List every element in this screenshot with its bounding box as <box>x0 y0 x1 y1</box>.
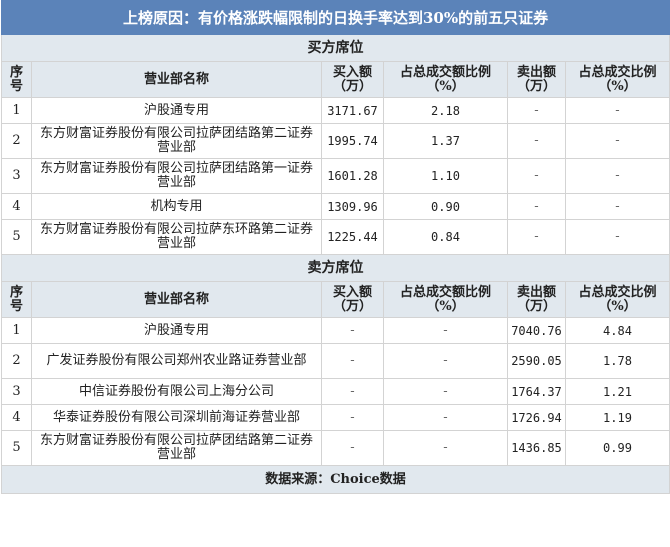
row-no: 1 <box>1 317 32 344</box>
footer-row: 数据来源：Choice数据 <box>0 465 670 494</box>
row-buy-pct: - <box>383 317 508 344</box>
table-row: 5 东方财富证券股份有限公司拉萨团结路第二证券营业部 - - 1436.85 0… <box>1 430 670 466</box>
row-buy-pct: 1.10 <box>383 158 508 194</box>
row-buy-pct: - <box>383 404 508 431</box>
row-no: 5 <box>1 430 32 466</box>
row-name: 东方财富证券股份有限公司拉萨团结路第二证券营业部 <box>31 430 322 466</box>
row-sell-pct: - <box>564 219 670 255</box>
row-sell: - <box>507 123 566 159</box>
col-header-buy-pct: 占总成交额比例（%） <box>383 281 508 318</box>
row-sell-pct: - <box>564 123 670 159</box>
row-name: 广发证券股份有限公司郑州农业路证券营业部 <box>31 343 322 379</box>
col-header-no: 序号 <box>1 281 32 318</box>
row-no: 3 <box>1 378 32 405</box>
row-name: 机构专用 <box>31 193 322 220</box>
col-header-sell-pct: 占总成交比例（%） <box>564 61 670 98</box>
row-sell-pct: - <box>564 97 670 124</box>
row-buy-pct: - <box>383 343 508 379</box>
row-buy: - <box>321 343 384 379</box>
table-row: 1 沪股通专用 3171.67 2.18 - - <box>1 97 670 124</box>
table-title: 上榜原因：有价格涨跌幅限制的日换手率达到30%的前五只证券 <box>0 0 670 35</box>
row-buy: - <box>321 378 384 405</box>
table-row: 2 广发证券股份有限公司郑州农业路证券营业部 - - 2590.05 1.78 <box>1 343 670 379</box>
row-buy-pct: 0.90 <box>383 193 508 220</box>
row-buy-pct: 1.37 <box>383 123 508 159</box>
row-buy: - <box>321 404 384 431</box>
col-header-buy: 买入额（万） <box>321 281 384 318</box>
row-sell-pct: 1.19 <box>564 404 670 431</box>
row-no: 3 <box>1 158 32 194</box>
row-buy: 1995.74 <box>321 123 384 159</box>
table-row: 1 沪股通专用 - - 7040.76 4.84 <box>1 317 670 344</box>
row-no: 2 <box>1 123 32 159</box>
row-no: 4 <box>1 404 32 431</box>
row-sell: 1764.37 <box>507 378 566 405</box>
row-buy: - <box>321 430 384 466</box>
table-row: 4 华泰证券股份有限公司深圳前海证券营业部 - - 1726.94 1.19 <box>1 404 670 431</box>
row-buy-pct: - <box>383 430 508 466</box>
row-sell-pct: - <box>564 158 670 194</box>
row-name: 东方财富证券股份有限公司拉萨团结路第一证券营业部 <box>31 158 322 194</box>
row-buy-pct: 2.18 <box>383 97 508 124</box>
lhb-table: 上榜原因：有价格涨跌幅限制的日换手率达到30%的前五只证券 买方席位 序号 营业… <box>0 0 670 494</box>
col-header-buy: 买入额（万） <box>321 61 384 98</box>
row-sell-pct: 1.21 <box>564 378 670 405</box>
row-name: 中信证券股份有限公司上海分公司 <box>31 378 322 405</box>
row-name: 东方财富证券股份有限公司拉萨东环路第二证券营业部 <box>31 219 322 255</box>
col-header-name: 营业部名称 <box>31 61 322 98</box>
row-buy: - <box>321 317 384 344</box>
row-buy-pct: 0.84 <box>383 219 508 255</box>
buy-header-row: 序号 营业部名称 买入额（万） 占总成交额比例（%） 卖出额（万） 占总成交比例… <box>1 61 670 98</box>
row-sell: 2590.05 <box>507 343 566 379</box>
data-source: 数据来源：Choice数据 <box>0 465 670 494</box>
sell-header-row: 序号 营业部名称 买入额（万） 占总成交额比例（%） 卖出额（万） 占总成交比例… <box>1 281 670 318</box>
row-sell: 1726.94 <box>507 404 566 431</box>
row-buy: 1225.44 <box>321 219 384 255</box>
col-header-name: 营业部名称 <box>31 281 322 318</box>
row-name: 沪股通专用 <box>31 97 322 124</box>
row-sell-pct: 4.84 <box>564 317 670 344</box>
row-sell-pct: 0.99 <box>564 430 670 466</box>
row-sell: - <box>507 193 566 220</box>
col-header-buy-pct: 占总成交额比例（%） <box>383 61 508 98</box>
row-no: 1 <box>1 97 32 124</box>
row-no: 5 <box>1 219 32 255</box>
sell-section-row: 卖方席位 <box>0 254 670 282</box>
row-buy: 1309.96 <box>321 193 384 220</box>
row-name: 华泰证券股份有限公司深圳前海证券营业部 <box>31 404 322 431</box>
row-sell-pct: - <box>564 193 670 220</box>
row-sell-pct: 1.78 <box>564 343 670 379</box>
row-buy: 1601.28 <box>321 158 384 194</box>
row-name: 东方财富证券股份有限公司拉萨团结路第二证券营业部 <box>31 123 322 159</box>
col-header-sell-pct: 占总成交比例（%） <box>564 281 670 318</box>
buy-section-row: 买方席位 <box>0 34 670 62</box>
row-sell: - <box>507 219 566 255</box>
table-row: 4 机构专用 1309.96 0.90 - - <box>1 193 670 220</box>
row-no: 2 <box>1 343 32 379</box>
table-row: 3 中信证券股份有限公司上海分公司 - - 1764.37 1.21 <box>1 378 670 405</box>
sell-section-label: 卖方席位 <box>0 254 670 282</box>
table-row: 5 东方财富证券股份有限公司拉萨东环路第二证券营业部 1225.44 0.84 … <box>1 219 670 255</box>
row-buy: 3171.67 <box>321 97 384 124</box>
buy-section-label: 买方席位 <box>0 34 670 62</box>
table-row: 2 东方财富证券股份有限公司拉萨团结路第二证券营业部 1995.74 1.37 … <box>1 123 670 159</box>
row-sell: 7040.76 <box>507 317 566 344</box>
col-header-no: 序号 <box>1 61 32 98</box>
row-sell: - <box>507 97 566 124</box>
row-sell: 1436.85 <box>507 430 566 466</box>
row-no: 4 <box>1 193 32 220</box>
col-header-sell: 卖出额（万） <box>507 61 566 98</box>
row-name: 沪股通专用 <box>31 317 322 344</box>
table-row: 3 东方财富证券股份有限公司拉萨团结路第一证券营业部 1601.28 1.10 … <box>1 158 670 194</box>
row-buy-pct: - <box>383 378 508 405</box>
row-sell: - <box>507 158 566 194</box>
col-header-sell: 卖出额（万） <box>507 281 566 318</box>
title-row: 上榜原因：有价格涨跌幅限制的日换手率达到30%的前五只证券 <box>0 0 670 35</box>
